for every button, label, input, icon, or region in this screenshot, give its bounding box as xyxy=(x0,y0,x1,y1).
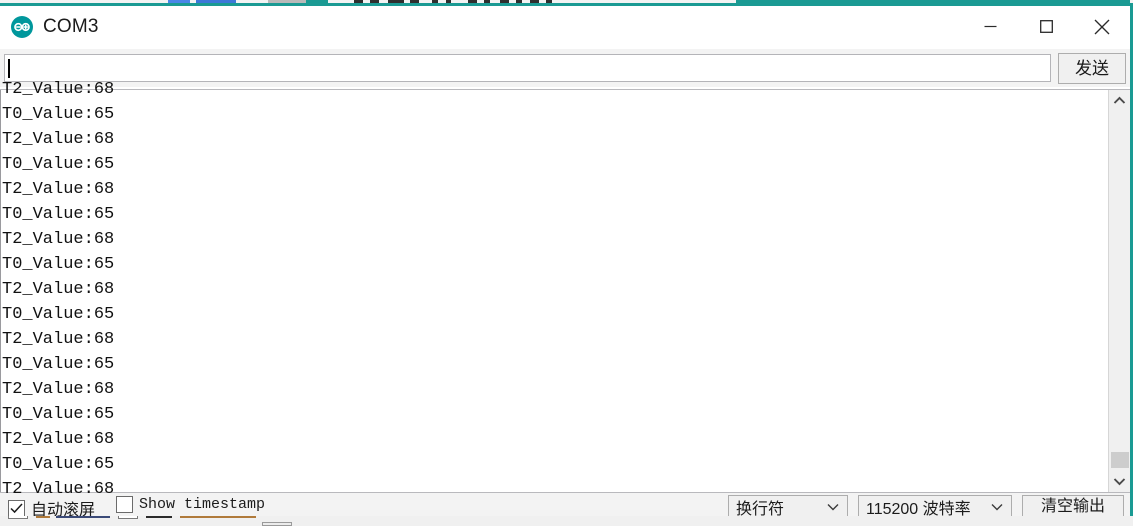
console-log-line: T0_Value:65 xyxy=(2,155,115,174)
chevron-down-icon xyxy=(827,503,839,511)
status-bar: 自动滚屏 Show timestamp 换行符 115200 波特率 清空输出 xyxy=(0,493,1130,516)
checkmark-icon xyxy=(10,502,23,513)
console-output-area[interactable]: T2_Value:68 T0_Value:65 T2_Value:68 T0_Valu… xyxy=(0,80,1130,494)
console-log-line: T2_Value:68 xyxy=(2,280,115,299)
console-log-line: T0_Value:65 xyxy=(2,405,115,424)
console-log-line: T0_Value:65 xyxy=(2,105,115,124)
bg-chip xyxy=(262,522,292,526)
console-log-line: T0_Value:65 xyxy=(2,255,115,274)
scrollbar-thumb[interactable] xyxy=(1111,452,1129,468)
console-log-line: T2_Value:68 xyxy=(2,380,115,399)
minimize-button[interactable] xyxy=(962,6,1018,47)
checkbox-box[interactable] xyxy=(116,496,133,513)
chevron-down-icon xyxy=(991,503,1003,511)
baud-rate-select[interactable]: 115200 波特率 xyxy=(858,495,1012,516)
close-button[interactable] xyxy=(1074,6,1130,47)
window-title: COM3 xyxy=(43,15,99,37)
console-log-line: T2_Value:68 xyxy=(2,480,115,494)
console-log-line: T2_Value:68 xyxy=(2,180,115,199)
newline-select-value: 换行符 xyxy=(736,500,785,517)
console-log-line: T2_Value:68 xyxy=(2,430,115,449)
newline-select[interactable]: 换行符 xyxy=(728,495,848,516)
console-scrollbar[interactable] xyxy=(1108,90,1130,492)
console-log-line: T2_Value:68 xyxy=(2,230,115,249)
console-log-line: T0_Value:65 xyxy=(2,455,115,474)
console-log-line: T2_Value:68 xyxy=(2,130,115,149)
maximize-button[interactable] xyxy=(1018,6,1074,47)
scrollbar-up-arrow-icon[interactable] xyxy=(1109,90,1130,111)
arduino-infinity-logo-icon xyxy=(10,15,34,39)
text-caret xyxy=(8,59,10,78)
show-timestamp-checkbox[interactable]: Show timestamp xyxy=(116,496,265,513)
show-timestamp-label: Show timestamp xyxy=(139,496,266,513)
title-bar: COM3 xyxy=(0,6,1130,47)
autoscroll-label: 自动滚屏 xyxy=(31,502,96,516)
console-log: T2_Value:68 T0_Value:65 T2_Value:68 T0_Valu… xyxy=(2,77,1092,494)
serial-monitor-window: COM3 发送 T2_Value:68 T0_Value:65 T2_Value… xyxy=(0,3,1133,516)
window-controls xyxy=(962,6,1130,47)
console-log-line: T0_Value:65 xyxy=(2,205,115,224)
console-left-rule xyxy=(0,90,1,492)
scrollbar-down-arrow-icon[interactable] xyxy=(1109,471,1130,492)
checkbox-box[interactable] xyxy=(8,499,25,516)
console-log-line: T0_Value:65 xyxy=(2,305,115,324)
autoscroll-checkbox[interactable]: 自动滚屏 xyxy=(8,496,95,516)
clear-output-button[interactable]: 清空输出 xyxy=(1022,495,1124,516)
console-log-line: T2_Value:68 xyxy=(2,80,115,99)
baud-rate-select-value: 115200 波特率 xyxy=(866,500,971,517)
console-log-line: T2_Value:68 xyxy=(2,330,115,349)
console-log-line: T0_Value:65 xyxy=(2,355,115,374)
